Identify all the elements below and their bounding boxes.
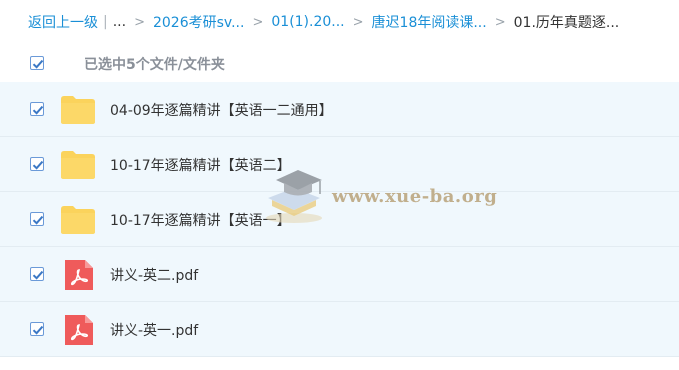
file-row[interactable]: 10-17年逐篇精讲【英语二】 (0, 137, 679, 192)
breadcrumb-ellipsis[interactable]: ... (113, 14, 126, 30)
selection-count-label: 已选中5个文件/文件夹 (84, 57, 225, 73)
select-all-checkbox[interactable] (30, 56, 44, 70)
file-name[interactable]: 04-09年逐篇精讲【英语一二通用】 (110, 100, 333, 120)
checkmark-icon (32, 270, 44, 280)
checkmark-icon (32, 59, 44, 69)
file-name[interactable]: 10-17年逐篇精讲【英语二】 (110, 155, 291, 175)
chevron-right-icon: > (252, 14, 264, 30)
breadcrumb-item-1[interactable]: 2026考研sv... (153, 12, 244, 32)
file-list: 04-09年逐篇精讲【英语一二通用】 10-17年逐篇精讲【英语二】 10-17… (0, 82, 679, 357)
checkmark-icon (32, 105, 44, 115)
breadcrumb-item-2[interactable]: 01(1).20... (271, 14, 344, 30)
breadcrumb-separator: | (103, 14, 108, 30)
breadcrumb-item-3[interactable]: 唐迟18年阅读课... (372, 12, 487, 32)
row-checkbox[interactable] (30, 267, 44, 281)
selection-bar: 已选中5个文件/文件夹 (0, 46, 679, 80)
checkmark-icon (32, 160, 44, 170)
chevron-right-icon: > (494, 14, 506, 30)
chevron-right-icon: > (352, 14, 364, 30)
pdf-icon (65, 260, 93, 290)
file-row[interactable]: 讲义-英二.pdf (0, 247, 679, 302)
file-name[interactable]: 讲义-英一.pdf (110, 320, 198, 340)
file-row[interactable]: 10-17年逐篇精讲【英语一】 (0, 192, 679, 247)
row-checkbox[interactable] (30, 212, 44, 226)
file-row[interactable]: 讲义-英一.pdf (0, 302, 679, 357)
checkmark-icon (32, 325, 44, 335)
row-checkbox[interactable] (30, 322, 44, 336)
breadcrumb: 返回上一级 | ... > 2026考研sv... > 01(1).20... … (28, 12, 619, 32)
folder-icon (61, 206, 95, 234)
breadcrumb-current: 01.历年真题逐... (513, 15, 620, 31)
chevron-right-icon: > (134, 14, 145, 30)
row-checkbox[interactable] (30, 157, 44, 171)
row-checkbox[interactable] (30, 102, 44, 116)
folder-icon (61, 96, 95, 124)
checkmark-icon (32, 215, 44, 225)
back-link[interactable]: 返回上一级 (28, 12, 98, 32)
file-name[interactable]: 10-17年逐篇精讲【英语一】 (110, 210, 291, 230)
folder-icon (61, 151, 95, 179)
file-row[interactable]: 04-09年逐篇精讲【英语一二通用】 (0, 82, 679, 137)
file-name[interactable]: 讲义-英二.pdf (110, 265, 198, 285)
pdf-icon (65, 315, 93, 345)
